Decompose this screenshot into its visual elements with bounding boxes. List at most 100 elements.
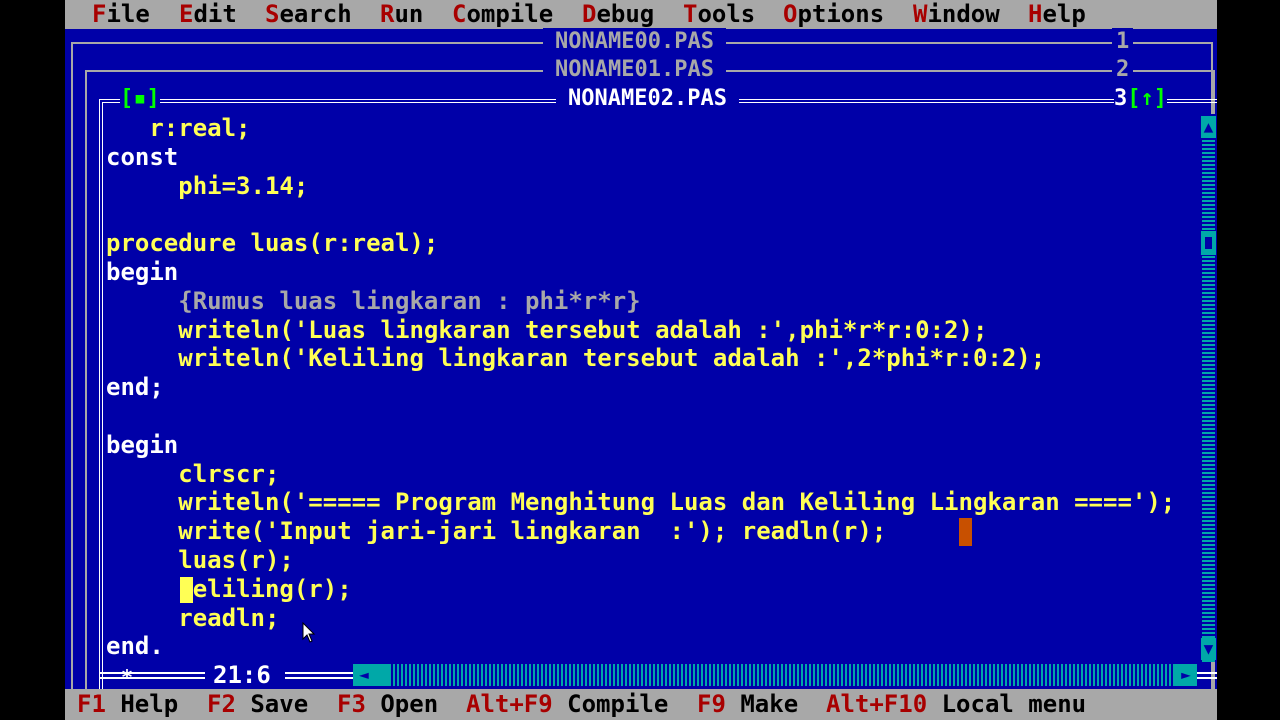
status-bar: F1 Help F2 Save F3 Open Alt+F9 Compile F… — [65, 689, 1217, 720]
code-line[interactable]: writeln('===== Program Menghitung Luas d… — [106, 488, 1175, 517]
vertical-scrollbar[interactable] — [1202, 114, 1215, 662]
code-text: {Rumus luas lingkaran : phi*r*r} — [178, 286, 641, 315]
menu-hotkey: C — [452, 0, 467, 28]
status-make[interactable]: F9 Make — [697, 689, 798, 720]
ide-screen: File Edit Search Run Compile Debug Tools… — [65, 0, 1217, 720]
menu-debug[interactable]: Debug — [582, 0, 654, 29]
menu-hotkey: S — [265, 0, 280, 28]
status-label: Compile — [567, 690, 669, 718]
svg-text:*: * — [121, 665, 133, 689]
window-bottom-border: * — [99, 665, 209, 689]
code-line[interactable]: phi=3.14; — [106, 172, 308, 201]
horizontal-scroll-thumb[interactable] — [375, 664, 389, 686]
status-key: F3 — [337, 690, 366, 718]
code-text: begin — [106, 430, 179, 459]
menu-hotkey: O — [783, 0, 798, 28]
close-icon: [▪] — [120, 86, 160, 111]
menu-window[interactable]: Window — [913, 0, 1000, 29]
status-help[interactable]: F1 Help — [77, 689, 178, 720]
menu-label: ptions — [797, 0, 885, 28]
code-text: end; — [106, 373, 164, 402]
code-line[interactable]: r:real; — [106, 114, 251, 143]
code-line[interactable]: begin — [106, 258, 178, 287]
code-line[interactable]: writeln('Keliling lingkaran tersebut ada… — [106, 344, 1045, 373]
menu-label: earch — [279, 0, 352, 28]
mouse-block-cursor — [959, 518, 972, 546]
resize-corner-icon[interactable] — [1197, 662, 1217, 689]
code-line[interactable]: clrscr; — [106, 460, 279, 489]
menu-label: ompile — [466, 0, 554, 28]
active-window-title: NONAME02.PAS — [556, 85, 739, 113]
code-text: procedure luas(r:real); — [106, 229, 439, 258]
horizontal-scrollbar[interactable] — [353, 664, 1186, 686]
code-line[interactable]: const — [106, 143, 178, 172]
menu-hotkey: T — [683, 0, 698, 28]
code-line[interactable]: procedure luas(r:real); — [106, 229, 438, 258]
window-title-noname00[interactable]: NONAME00.PAS — [543, 28, 726, 56]
status-label: Help — [120, 690, 179, 718]
status-open[interactable]: F3 Open — [337, 689, 438, 720]
menu-label: ile — [106, 0, 150, 28]
menu-tools[interactable]: Tools — [683, 0, 755, 29]
status-label: Save — [250, 690, 309, 718]
zoom-arrow-icon: [↑] — [1127, 86, 1167, 111]
scroll-right-arrow-icon[interactable]: ► — [1175, 664, 1197, 686]
menu-options[interactable]: Options — [783, 0, 884, 29]
code-line[interactable]: readln; — [106, 604, 279, 633]
menu-compile[interactable]: Compile — [452, 0, 553, 29]
code-line[interactable]: luas(r); — [106, 546, 294, 575]
scroll-down-arrow-icon[interactable]: ▼ — [1201, 638, 1216, 660]
code-text: readln; — [178, 603, 280, 632]
code-text: writeln('Keliling lingkaran tersebut ada… — [178, 344, 1046, 373]
code-line[interactable]: {Rumus luas lingkaran : phi*r*r} — [106, 286, 641, 316]
status-label: Make — [740, 690, 799, 718]
code-line[interactable]: writeln('Luas lingkaran tersebut adalah … — [106, 316, 987, 345]
status-compile[interactable]: Alt+F9 Compile — [466, 689, 668, 720]
menu-hotkey: F — [92, 0, 107, 28]
status-key: Alt+F10 — [826, 690, 928, 718]
menu-help[interactable]: Help — [1028, 0, 1086, 29]
vertical-scroll-thumb[interactable] — [1201, 231, 1216, 255]
code-editor[interactable]: r:real; const phi=3.14; procedure luas(r:r… — [106, 114, 1201, 664]
code-text: luas(r); — [178, 546, 294, 574]
menu-file[interactable]: File — [92, 0, 150, 29]
code-text: clrscr; — [178, 459, 280, 488]
menu-label: ebug — [596, 0, 655, 28]
menu-label: elp — [1042, 0, 1086, 28]
zoom-box-button[interactable]: 3[↑] — [1114, 85, 1167, 113]
code-line[interactable]: write('Input jari-jari lingkaran :'); re… — [106, 517, 886, 546]
scroll-up-arrow-icon[interactable]: ▲ — [1201, 116, 1216, 138]
menu-edit[interactable]: Edit — [179, 0, 237, 29]
code-text: end. — [106, 632, 164, 661]
status-key: F1 — [77, 690, 106, 718]
menu-search[interactable]: Search — [265, 0, 352, 29]
window-title-noname01[interactable]: NONAME01.PAS — [543, 56, 726, 84]
window-bottom-border-2 — [285, 672, 355, 679]
code-text: r:real; — [149, 114, 251, 142]
menu-hotkey: E — [179, 0, 194, 28]
menu-bar: File Edit Search Run Compile Debug Tools… — [65, 0, 1217, 29]
status-local-menu[interactable]: Alt+F10 Local menu — [826, 689, 1086, 720]
code-line[interactable]: end; — [106, 373, 164, 402]
code-line[interactable]: begin — [106, 431, 178, 460]
close-box-button[interactable]: [▪] — [120, 85, 160, 113]
code-text: write('Input jari-jari lingkaran :'); re… — [178, 517, 887, 546]
window-number-3: 3 — [1114, 86, 1128, 111]
window-number-1: 1 — [1112, 28, 1134, 56]
menu-run[interactable]: Run — [380, 0, 423, 29]
text-cursor — [180, 577, 193, 603]
mouse-pointer-icon — [302, 622, 316, 643]
scroll-left-arrow-icon[interactable]: ◄ — [353, 664, 375, 686]
code-text: begin — [106, 258, 179, 286]
code-line[interactable]: end. — [106, 632, 164, 661]
menu-hotkey: D — [582, 0, 597, 28]
code-line[interactable]: keliling(r); — [106, 575, 351, 604]
code-text: writeln('Luas lingkaran tersebut adalah … — [178, 315, 988, 344]
status-save[interactable]: F2 Save — [207, 689, 308, 720]
